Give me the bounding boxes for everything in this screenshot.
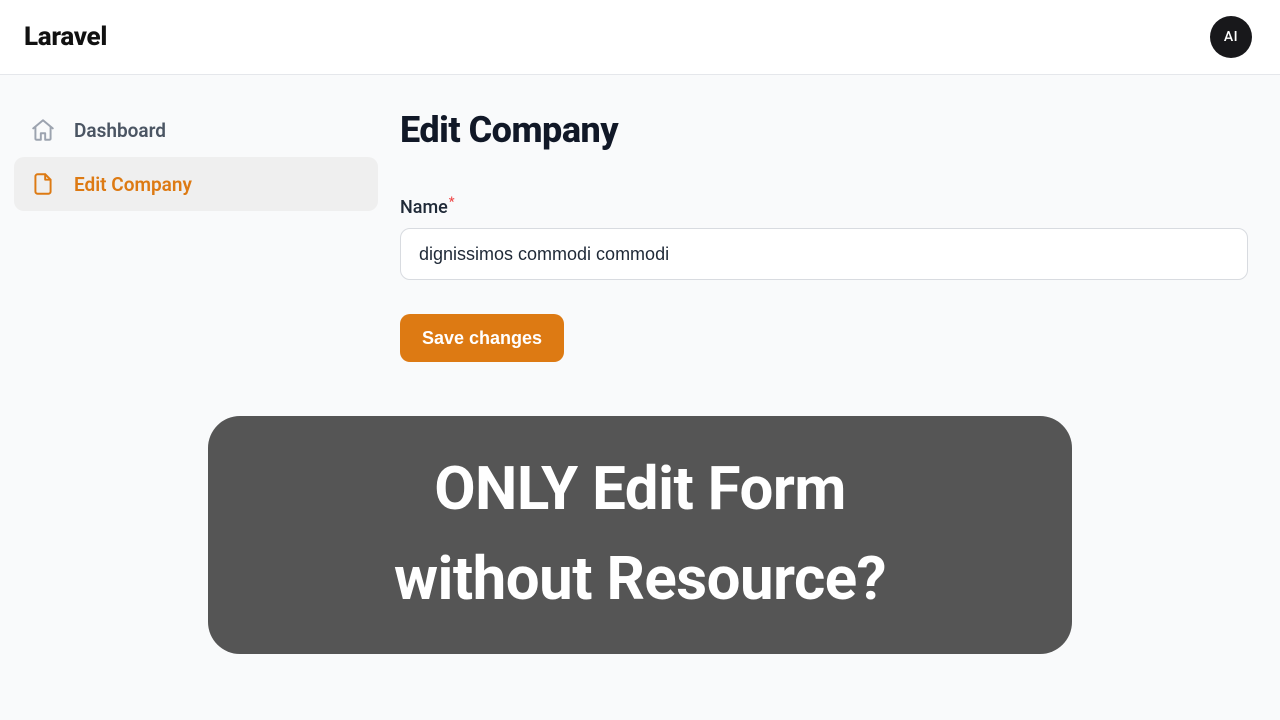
- required-mark: *: [449, 195, 455, 210]
- caption-line-1: ONLY Edit Form: [248, 444, 1032, 534]
- sidebar-item-edit-company[interactable]: Edit Company: [14, 157, 378, 211]
- document-icon: [30, 171, 56, 197]
- home-icon: [30, 117, 56, 143]
- sidebar-item-label: Dashboard: [74, 119, 166, 142]
- caption-overlay: ONLY Edit Form without Resource?: [208, 416, 1072, 654]
- brand-logo[interactable]: Laravel: [24, 22, 107, 52]
- sidebar-item-label: Edit Company: [74, 173, 192, 196]
- name-input[interactable]: [400, 228, 1248, 280]
- avatar[interactable]: AI: [1210, 16, 1252, 58]
- main-content: Edit Company Name* Save changes: [400, 103, 1280, 362]
- sidebar: Dashboard Edit Company: [0, 103, 400, 362]
- page-title: Edit Company: [400, 109, 1248, 151]
- name-label: Name*: [400, 195, 455, 218]
- name-label-text: Name: [400, 197, 448, 218]
- sidebar-item-dashboard[interactable]: Dashboard: [14, 103, 378, 157]
- caption-line-2: without Resource?: [248, 534, 1032, 624]
- topbar: Laravel AI: [0, 0, 1280, 75]
- save-button[interactable]: Save changes: [400, 314, 564, 362]
- form-field-name: Name*: [400, 195, 1248, 280]
